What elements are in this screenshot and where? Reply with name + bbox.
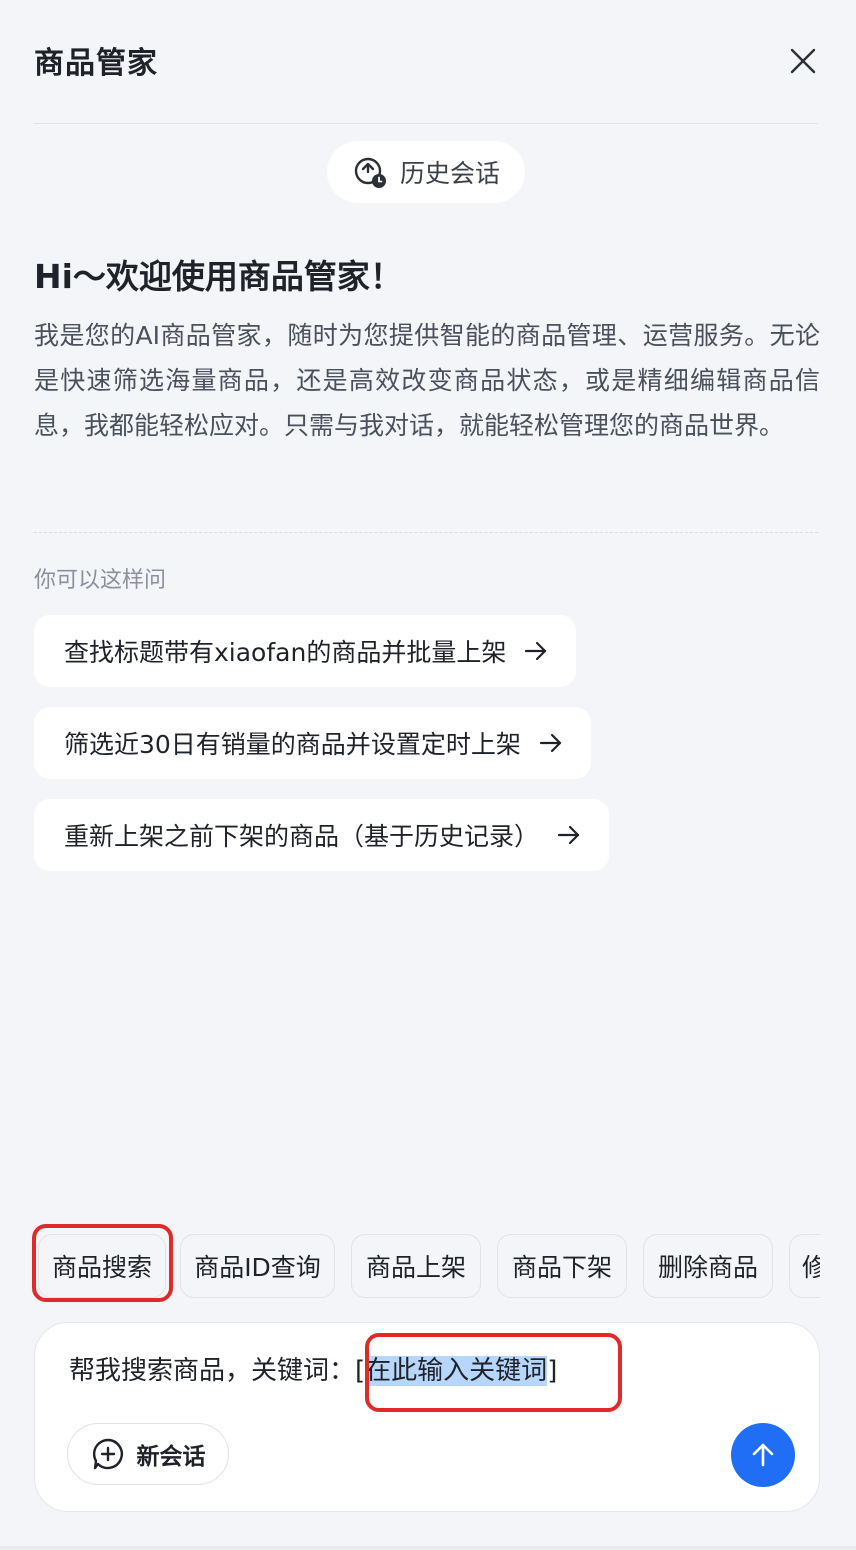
arrow-right-icon: [539, 732, 563, 754]
welcome-intro: 我是您的AI商品管家，随时为您提供智能的商品管理、运营服务。无论是快速筛选海量商…: [34, 321, 820, 440]
chip-label: 商品ID查询: [194, 1253, 321, 1282]
suggestion-text: 查找标题带有xiaofan的商品并批量上架: [64, 638, 507, 667]
chip-delete-product[interactable]: 删除商品: [643, 1234, 773, 1298]
panel-title: 商品管家: [34, 46, 158, 81]
chip-label: 商品上架: [365, 1253, 466, 1282]
welcome-greeting: Hi～欢迎使用商品管家！: [34, 257, 403, 296]
chip-label: 商品搜索: [51, 1253, 152, 1282]
panel-header: 商品管家: [34, 0, 818, 124]
suggestion-text: 重新上架之前下架的商品（基于历史记录）: [64, 822, 540, 851]
suggestions-label: 你可以这样问: [34, 568, 167, 593]
message-composer[interactable]: 帮我搜索商品，关键词：[在此输入关键词] 新会话: [34, 1322, 820, 1512]
close-button[interactable]: [788, 46, 818, 76]
section-divider: [34, 532, 818, 533]
arrow-right-icon: [524, 640, 548, 662]
composer-input[interactable]: 帮我搜索商品，关键词：[在此输入关键词]: [69, 1353, 557, 1389]
history-sessions-label: 历史会话: [399, 159, 500, 188]
history-icon: [354, 157, 386, 188]
assistant-panel: 商品管家 历史会话 Hi～欢迎使用商品管家！ 我是您的AI商品管家，随时为您提供…: [0, 0, 856, 1550]
quick-action-bar: 商品搜索 商品ID查询 商品上架 商品下架 删除商品 修: [34, 1234, 820, 1298]
composer-bracket-open: [: [355, 1356, 366, 1386]
composer-bracket-close: ]: [547, 1356, 558, 1386]
chip-label: 修: [802, 1253, 820, 1282]
history-sessions-button[interactable]: 历史会话: [327, 141, 525, 203]
arrow-right-icon: [557, 824, 581, 846]
composer-prefix: 帮我搜索商品，关键词：: [69, 1356, 356, 1386]
chip-product-delist[interactable]: 商品下架: [497, 1234, 627, 1298]
suggestion-text: 筛选近30日有销量的商品并设置定时上架: [64, 730, 521, 759]
chip-product-list[interactable]: 商品上架: [351, 1234, 481, 1298]
chip-label: 商品下架: [511, 1253, 612, 1282]
new-chat-label: 新会话: [136, 1444, 206, 1470]
chip-label: 删除商品: [657, 1253, 758, 1282]
arrow-up-icon: [752, 1443, 774, 1467]
send-button[interactable]: [731, 1423, 795, 1487]
suggestion-item[interactable]: 重新上架之前下架的商品（基于历史记录）: [34, 799, 610, 871]
chip-product-search[interactable]: 商品搜索: [38, 1234, 166, 1298]
bottom-border: [0, 1546, 856, 1550]
suggestion-item[interactable]: 筛选近30日有销量的商品并设置定时上架: [34, 707, 591, 779]
suggestion-item[interactable]: 查找标题带有xiaofan的商品并批量上架: [34, 615, 577, 687]
chip-product-id-query[interactable]: 商品ID查询: [180, 1234, 335, 1298]
keyword-placeholder[interactable]: 在此输入关键词: [365, 1356, 548, 1386]
new-chat-button[interactable]: 新会话: [67, 1423, 229, 1485]
new-chat-icon: [92, 1438, 123, 1470]
chip-modify-product[interactable]: 修: [789, 1234, 820, 1298]
close-icon: [790, 48, 816, 74]
